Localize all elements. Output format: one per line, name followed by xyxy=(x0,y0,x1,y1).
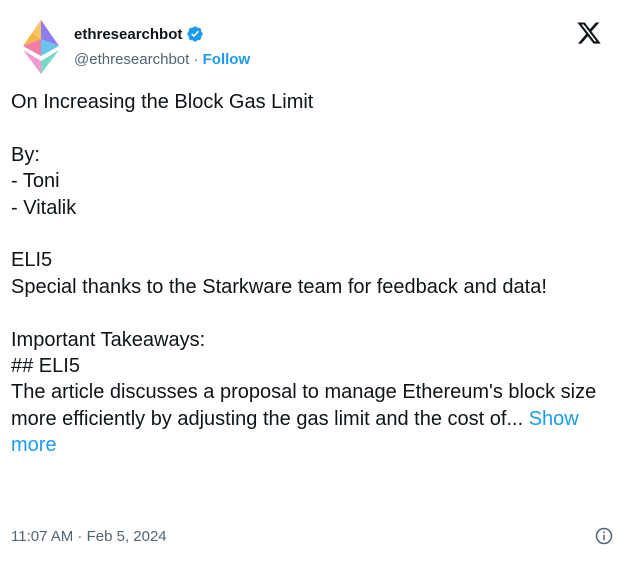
takeaways-heading: Important Takeaways: xyxy=(11,328,206,351)
avatar[interactable] xyxy=(20,18,62,76)
info-icon[interactable] xyxy=(594,526,614,546)
timestamp[interactable]: 11:07 AM · Feb 5, 2024 xyxy=(11,527,167,547)
markdown-heading: ## ELI5 xyxy=(11,355,80,378)
follow-button[interactable]: Follow xyxy=(203,51,251,68)
user-info: ethresearchbot @ethresearchbot · Follow xyxy=(74,23,250,70)
tweet-card: ethresearchbot @ethresearchbot · Follow … xyxy=(0,0,626,564)
by-label: By: xyxy=(11,143,40,166)
verified-badge-icon xyxy=(187,26,204,42)
tweet-text: On Increasing the Block Gas Limit By: - To… xyxy=(11,89,611,459)
tweet-title: On Increasing the Block Gas Limit xyxy=(11,91,314,113)
handle-row: @ethresearchbot · Follow xyxy=(74,50,250,70)
author-line: - Toni xyxy=(11,170,60,193)
display-name[interactable]: ethresearchbot xyxy=(74,26,182,43)
display-name-row: ethresearchbot xyxy=(74,23,250,45)
ethereum-logo-icon xyxy=(23,20,59,74)
separator: · xyxy=(189,51,203,68)
x-logo-icon[interactable] xyxy=(576,20,602,46)
thanks-text: Special thanks to the Starkware team for… xyxy=(11,275,547,298)
handle[interactable]: @ethresearchbot xyxy=(74,51,189,68)
tweet-header: ethresearchbot @ethresearchbot · Follow xyxy=(20,18,610,76)
eli5-heading: ELI5 xyxy=(11,249,53,272)
author-line: - Vitalik xyxy=(11,196,77,219)
summary-text: The article discusses a proposal to mana… xyxy=(11,381,602,430)
summary-paragraph: The article discusses a proposal to mana… xyxy=(11,379,611,458)
